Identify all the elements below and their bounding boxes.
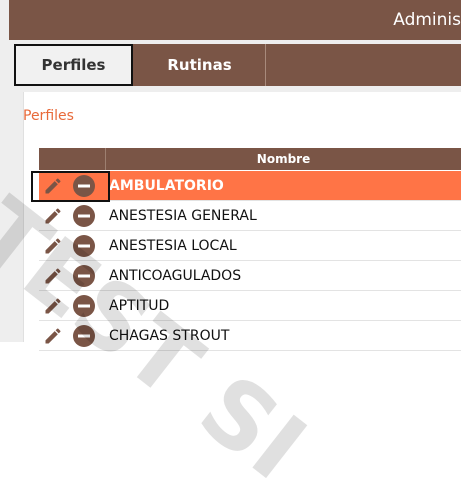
- tab-rutinas[interactable]: Rutinas: [134, 44, 266, 86]
- row-actions: [39, 201, 105, 231]
- row-name: ANTICOAGULADOS: [109, 268, 242, 284]
- tab-bar: Perfiles Rutinas: [14, 44, 461, 86]
- row-actions: [39, 261, 105, 291]
- remove-icon[interactable]: [73, 265, 95, 287]
- row-actions: [39, 291, 105, 321]
- row-actions: [39, 231, 105, 261]
- pencil-icon[interactable]: [43, 236, 63, 256]
- pencil-icon[interactable]: [43, 266, 63, 286]
- top-bar: Adminis: [9, 0, 461, 40]
- pencil-icon[interactable]: [43, 296, 63, 316]
- section-title: Perfiles: [23, 108, 74, 124]
- row-name: AMBULATORIO: [109, 178, 224, 194]
- row-actions: [39, 321, 105, 351]
- remove-icon[interactable]: [73, 235, 95, 257]
- app-title: Adminis: [393, 10, 461, 30]
- row-actions-highlight: [31, 171, 110, 202]
- pencil-icon[interactable]: [43, 206, 63, 226]
- remove-icon[interactable]: [73, 295, 95, 317]
- row-name: ANESTESIA GENERAL: [109, 208, 257, 224]
- remove-icon[interactable]: [73, 205, 95, 227]
- grid-header: Nombre: [39, 148, 461, 170]
- pencil-icon[interactable]: [43, 326, 63, 346]
- row-name: APTITUD: [109, 298, 170, 314]
- table-row[interactable]: APTITUD: [39, 291, 461, 321]
- row-name: ANESTESIA LOCAL: [109, 238, 237, 254]
- table-row[interactable]: ANTICOAGULADOS: [39, 261, 461, 291]
- remove-icon[interactable]: [73, 325, 95, 347]
- table-row[interactable]: ANESTESIA LOCAL: [39, 231, 461, 261]
- column-header-nombre[interactable]: Nombre: [106, 148, 461, 170]
- table-row[interactable]: ANESTESIA GENERAL: [39, 201, 461, 231]
- tab-perfiles[interactable]: Perfiles: [14, 44, 133, 86]
- app-window: Adminis Perfiles Rutinas Perfiles Nombre…: [0, 0, 461, 501]
- row-name: CHAGAS STROUT: [109, 328, 230, 344]
- table-row[interactable]: CHAGAS STROUT: [39, 321, 461, 351]
- actions-column-header: [39, 148, 106, 170]
